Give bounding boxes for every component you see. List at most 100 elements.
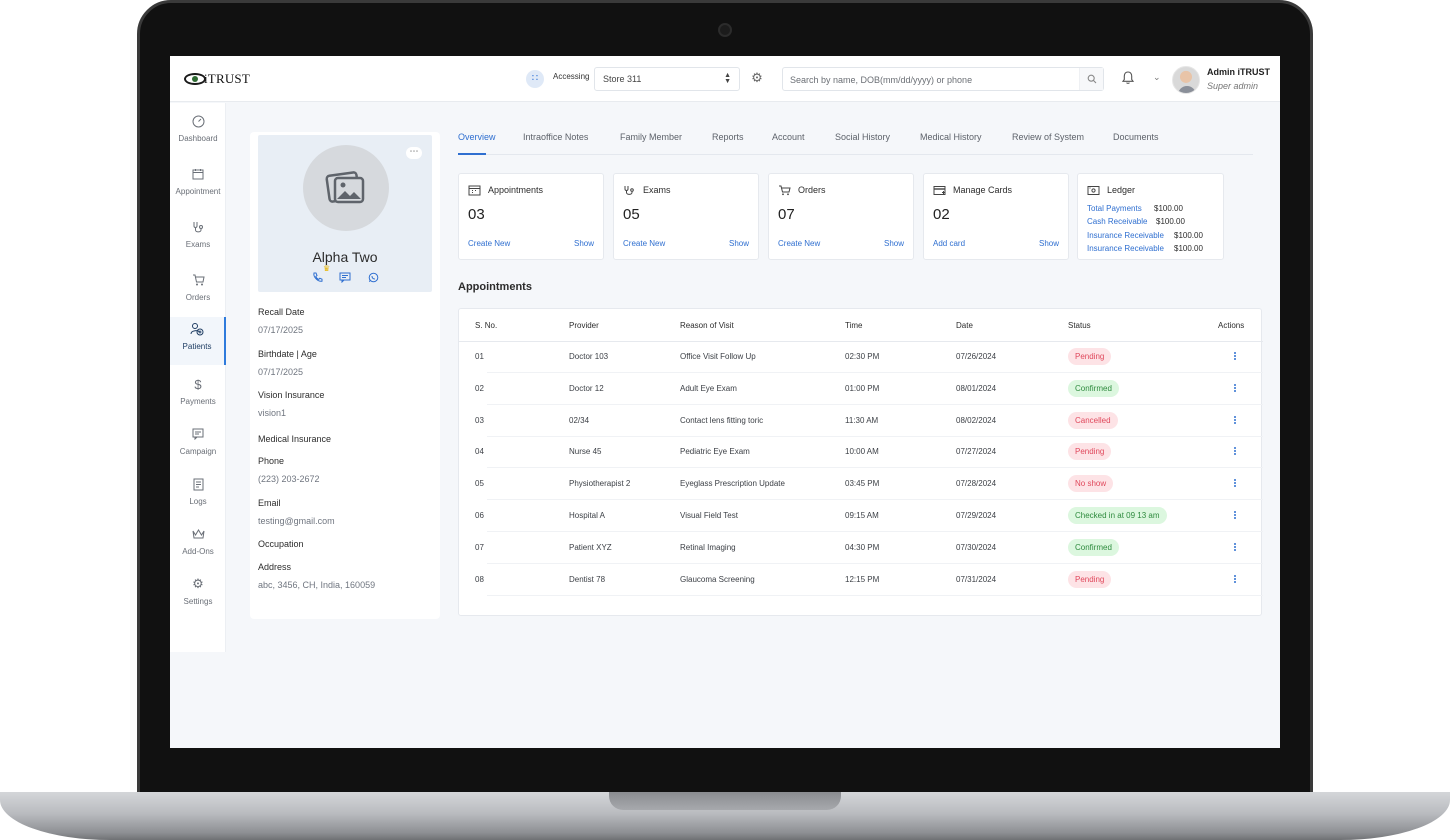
- tab-medical-history[interactable]: Medical History: [920, 132, 982, 142]
- address-value: abc, 3456, CH, India, 160059: [258, 580, 376, 590]
- search-button[interactable]: [1079, 68, 1103, 90]
- provider-cell: Patient XYZ: [569, 542, 612, 552]
- ledger-value: $100.00: [1156, 217, 1185, 226]
- table-row[interactable]: 07 Patient XYZ Retinal Imaging 04:30 PM 07/3…: [459, 533, 1263, 564]
- appointments-summary-card: Appointments 03 Create New Show: [458, 173, 604, 260]
- ledger-label[interactable]: Cash Receivable: [1087, 217, 1147, 226]
- ledger-value: $100.00: [1174, 231, 1203, 240]
- table-row[interactable]: 08 Dentist 78 Glaucoma Screening 12:15 PM 07…: [459, 565, 1263, 596]
- card-title: Exams: [643, 185, 671, 195]
- table-row[interactable]: 02 Doctor 12 Adult Eye Exam 01:00 PM 08/01/2…: [459, 374, 1263, 405]
- app-screen: iTRUST ∷ Accessing Store 311 ▲▼ ⚙ ⌄ Admi…: [170, 56, 1280, 748]
- vision-insurance-value: vision1: [258, 408, 287, 418]
- bell-icon[interactable]: [1120, 70, 1136, 86]
- nav-item-settings[interactable]: ⚙ Settings: [170, 572, 226, 620]
- time-cell: 10:00 AM: [845, 447, 879, 457]
- show-link[interactable]: Show: [729, 239, 749, 248]
- create-new-link[interactable]: Create New: [468, 239, 510, 248]
- patient-photo[interactable]: [303, 145, 389, 231]
- ledger-label[interactable]: Insurance Receivable: [1087, 231, 1164, 240]
- nav-label: Settings: [183, 597, 213, 606]
- card-count: 07: [778, 206, 795, 223]
- nav-item-add-ons[interactable]: Add-Ons: [170, 522, 226, 570]
- row-actions-kebab-icon[interactable]: [1231, 510, 1239, 522]
- table-row[interactable]: 01 Doctor 103 Office Visit Follow Up 02:30 …: [459, 342, 1263, 373]
- reason-cell: Contact lens fitting toric: [680, 415, 764, 425]
- avatar[interactable]: [1172, 66, 1200, 94]
- nav-item-exams[interactable]: Exams: [170, 215, 226, 263]
- nav-label: Patients: [182, 342, 212, 351]
- nav-item-payments[interactable]: $ Payments: [170, 372, 226, 420]
- time-cell: 03:45 PM: [845, 479, 880, 489]
- table-row[interactable]: 06 Hospital A Visual Field Test 09:15 AM 07/…: [459, 501, 1263, 532]
- tab-intraoffice-notes[interactable]: Intraoffice Notes: [523, 132, 588, 142]
- email-value: testing@gmail.com: [258, 516, 335, 526]
- tab-review-of-system[interactable]: Review of System: [1012, 132, 1084, 142]
- nav-label: Appointment: [175, 187, 221, 196]
- row-actions-kebab-icon[interactable]: [1231, 574, 1239, 586]
- nav-label: Exams: [185, 240, 211, 249]
- tab-social-history[interactable]: Social History: [835, 132, 890, 142]
- tab-account[interactable]: Account: [772, 132, 805, 142]
- nav-item-dashboard[interactable]: Dashboard: [170, 109, 226, 157]
- exams-summary-card: Exams 05 Create New Show: [613, 173, 759, 260]
- show-link[interactable]: Show: [884, 239, 904, 248]
- logo-text: iTRUST: [204, 71, 250, 86]
- row-actions-kebab-icon[interactable]: [1231, 446, 1239, 458]
- message-icon: [192, 426, 204, 442]
- ledger-label[interactable]: Insurance Receivable: [1087, 244, 1164, 253]
- create-new-link[interactable]: Create New: [623, 239, 665, 248]
- date-cell: 07/31/2024: [956, 574, 997, 584]
- column-header: Provider: [569, 321, 599, 330]
- reason-cell: Pediatric Eye Exam: [680, 447, 750, 457]
- provider-cell: Hospital A: [569, 511, 606, 520]
- card-count: 02: [933, 206, 950, 223]
- phone-icon[interactable]: [310, 270, 324, 284]
- store-settings-gear-icon[interactable]: ⚙: [750, 71, 764, 85]
- column-header: Status: [1068, 321, 1091, 330]
- tab-overview[interactable]: Overview: [458, 132, 496, 142]
- store-select[interactable]: Store 311 ▲ ▼: [594, 67, 740, 91]
- date-cell: 08/02/2024: [956, 415, 997, 425]
- nav-item-patients[interactable]: Patients: [170, 317, 226, 365]
- card-title: Orders: [798, 185, 826, 195]
- sms-icon[interactable]: [338, 270, 352, 284]
- top-bar: iTRUST ∷ Accessing Store 311 ▲▼ ⚙ ⌄ Admi…: [170, 56, 1280, 102]
- table-row[interactable]: 04 Nurse 45 Pediatric Eye Exam 10:00 AM 07/2…: [459, 437, 1263, 469]
- nav-item-logs[interactable]: Logs: [170, 472, 226, 520]
- row-actions-kebab-icon[interactable]: [1231, 415, 1239, 427]
- date-cell: 07/27/2024: [956, 447, 997, 457]
- email-label: Email: [258, 498, 281, 508]
- row-actions-kebab-icon[interactable]: [1231, 542, 1239, 554]
- add-card-link[interactable]: Add card: [933, 239, 965, 248]
- more-options-icon[interactable]: ⋯: [406, 147, 422, 159]
- status-badge: Confirmed: [1068, 538, 1119, 556]
- search-input[interactable]: [790, 73, 1070, 86]
- nav-item-campaign[interactable]: Campaign: [170, 422, 226, 470]
- card-count: 05: [623, 206, 640, 223]
- chevron-down-icon[interactable]: ⌄: [1153, 72, 1161, 83]
- row-actions-kebab-icon[interactable]: [1231, 383, 1239, 395]
- row-actions-kebab-icon[interactable]: [1231, 351, 1239, 363]
- apps-grid-button[interactable]: ∷: [526, 70, 544, 88]
- cart-icon: [192, 272, 205, 288]
- tab-reports[interactable]: Reports: [712, 132, 744, 142]
- time-cell: 12:15 PM: [845, 574, 880, 584]
- create-new-link[interactable]: Create New: [778, 239, 820, 248]
- nav-item-orders[interactable]: Orders: [170, 268, 226, 316]
- whatsapp-icon[interactable]: [366, 270, 380, 284]
- show-link[interactable]: Show: [574, 239, 594, 248]
- show-link[interactable]: Show: [1039, 239, 1059, 248]
- webcam: [718, 23, 732, 37]
- tab-documents[interactable]: Documents: [1113, 132, 1159, 142]
- column-header: Actions: [1218, 321, 1245, 330]
- tab-family-member[interactable]: Family Member: [620, 132, 682, 142]
- itrust-logo[interactable]: iTRUST: [184, 69, 250, 89]
- status-badge: Pending: [1068, 443, 1112, 461]
- reason-cell: Office Visit Follow Up: [680, 352, 756, 361]
- ledger-label[interactable]: Total Payments: [1087, 204, 1142, 213]
- table-row[interactable]: 03 02/34 Contact lens fitting toric 11:30 A…: [459, 406, 1263, 437]
- row-actions-kebab-icon[interactable]: [1231, 478, 1239, 490]
- table-row[interactable]: 05 Physiotherapist 2 Eyeglass Prescription…: [459, 469, 1263, 501]
- nav-item-appointment[interactable]: Appointment: [170, 162, 226, 210]
